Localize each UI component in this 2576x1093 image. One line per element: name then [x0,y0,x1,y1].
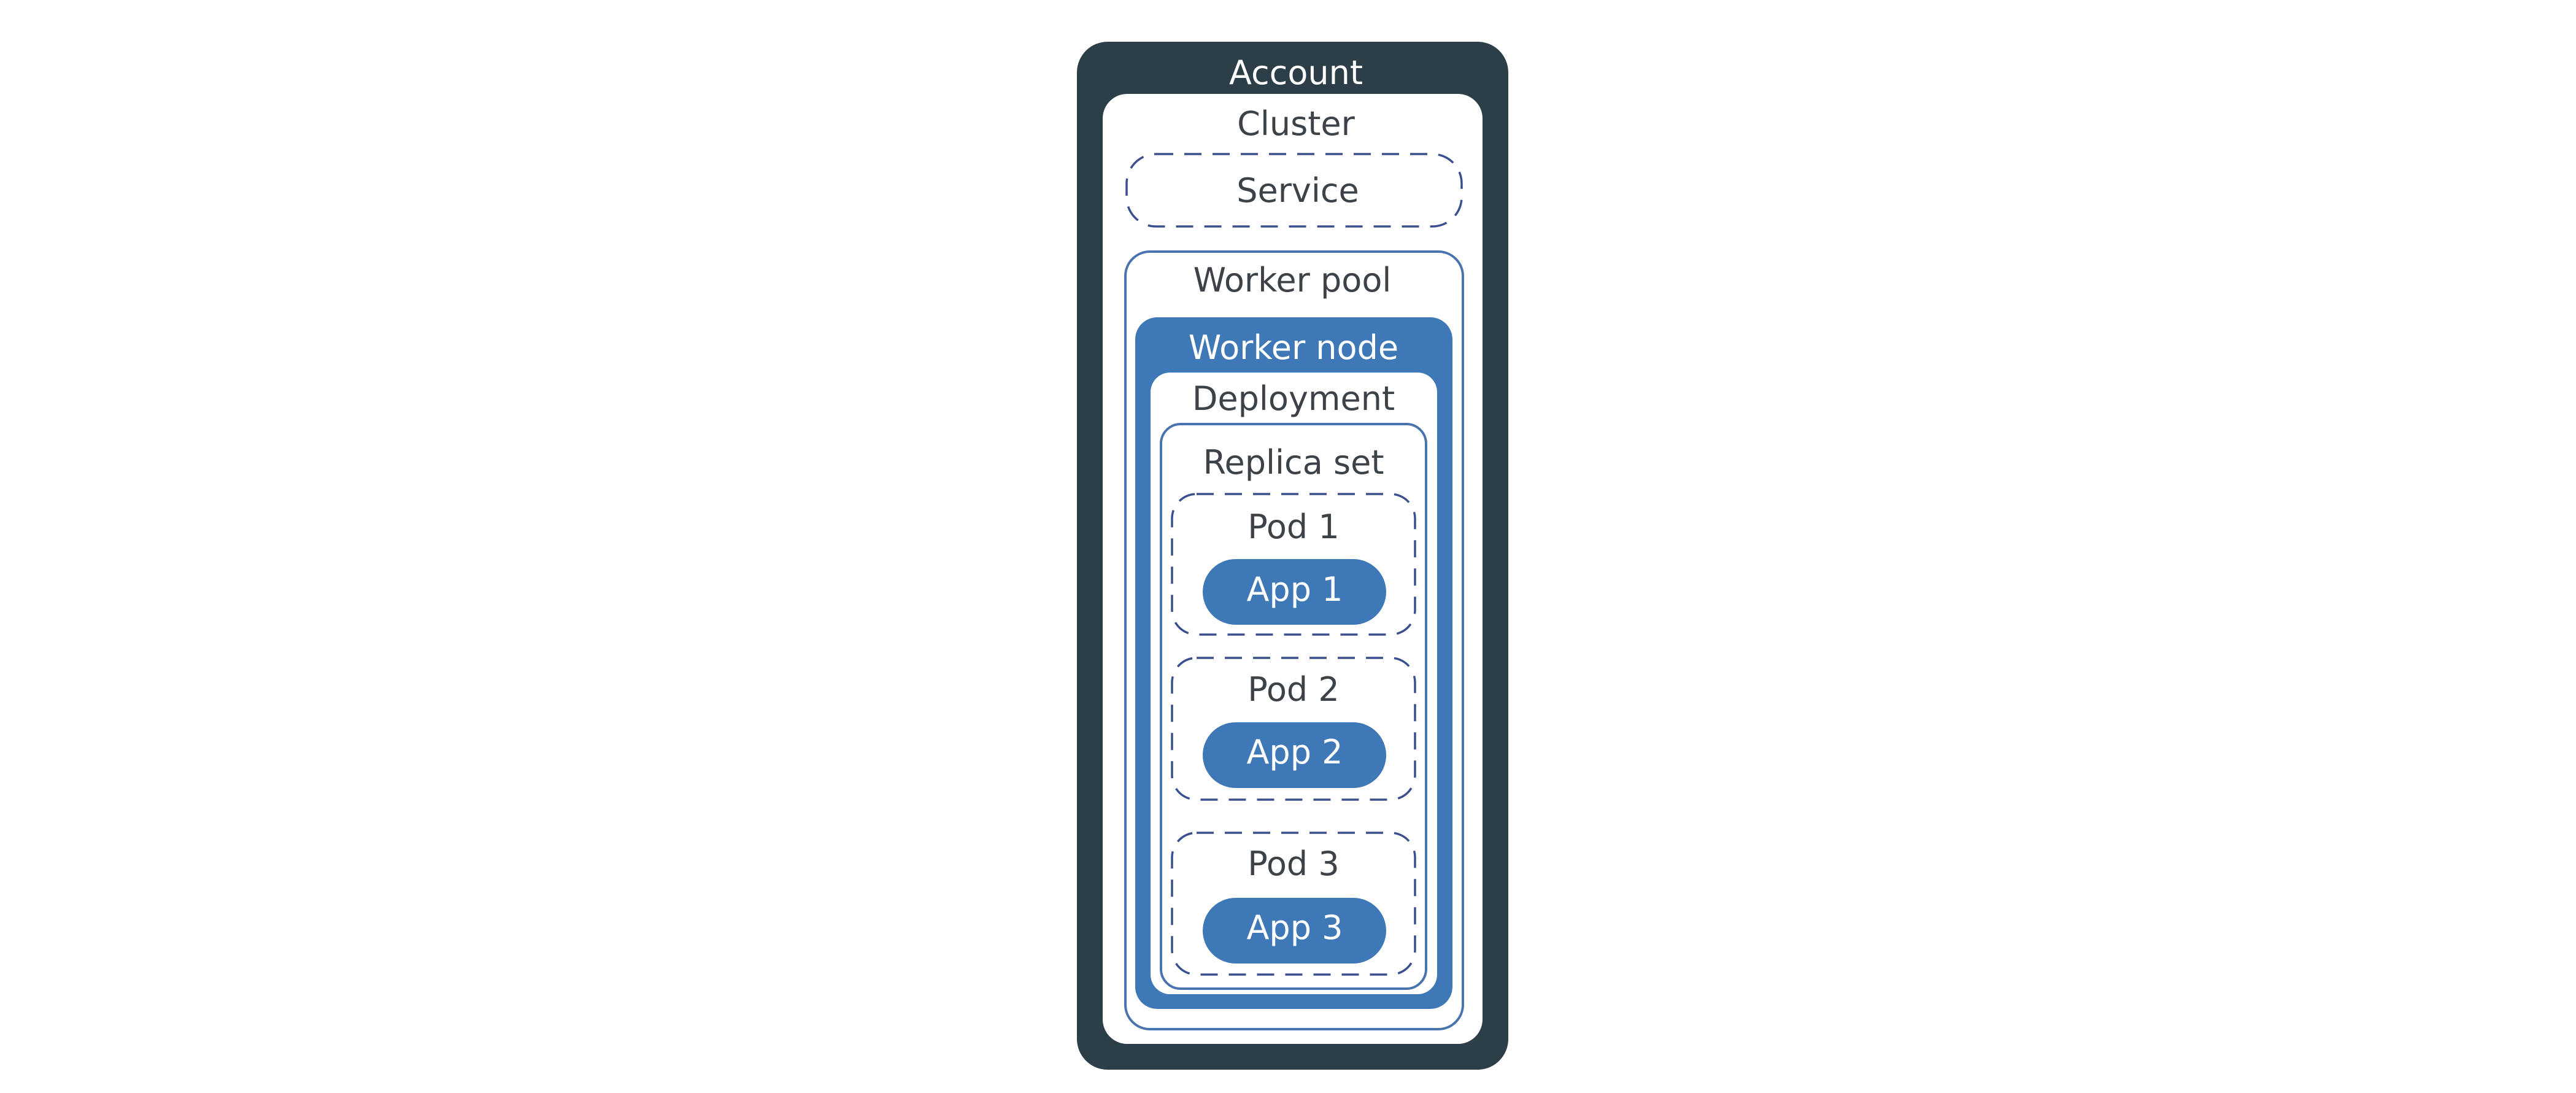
pod-label: Pod 3 [1248,844,1339,883]
deployment-label: Deployment [1192,379,1395,418]
app-label: App 3 [1246,908,1343,947]
replica-set-label: Replica set [1203,443,1384,482]
service-label: Service [1236,171,1359,210]
app-label: App 1 [1246,570,1343,609]
pod-label: Pod 2 [1248,670,1339,709]
worker-node-label: Worker node [1189,328,1398,367]
kubernetes-hierarchy-diagram: Account Cluster Service Worker pool Work… [1077,42,1508,1070]
pod-label: Pod 1 [1248,508,1339,546]
worker-pool-label: Worker pool [1194,261,1392,299]
app-label: App 2 [1246,733,1343,771]
cluster-label: Cluster [1237,104,1355,143]
account-label: Account [1229,53,1363,92]
